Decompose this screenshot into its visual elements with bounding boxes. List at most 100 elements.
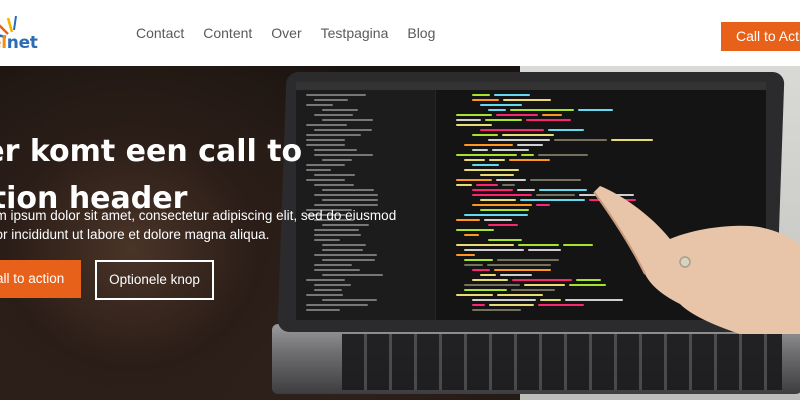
- laptop-keyboard: [342, 334, 782, 390]
- code-line: [464, 264, 483, 266]
- code-line: [542, 114, 562, 116]
- code-line: [472, 204, 532, 206]
- code-line: [492, 149, 529, 151]
- header-cta-button[interactable]: Call to Action: [721, 22, 800, 51]
- code-line: [472, 149, 488, 151]
- code-line: [456, 229, 494, 231]
- code-line: [464, 284, 520, 286]
- code-line: [480, 104, 522, 106]
- code-line: [518, 244, 559, 246]
- code-line: [517, 189, 535, 191]
- code-line: [480, 209, 529, 211]
- code-line: [521, 154, 534, 156]
- hero-secondary-button[interactable]: Optionele knop: [95, 260, 214, 300]
- code-line: [472, 134, 498, 136]
- file-tree-line: [322, 299, 377, 301]
- code-line: [538, 154, 588, 156]
- code-line: [472, 279, 508, 281]
- file-tree-line: [314, 264, 352, 266]
- code-line: [496, 179, 526, 181]
- code-line: [526, 119, 571, 121]
- editor-topbar: [296, 82, 766, 90]
- code-line: [530, 179, 581, 181]
- code-line: [472, 164, 499, 166]
- code-line: [540, 299, 561, 301]
- code-line: [472, 189, 513, 191]
- code-line: [456, 244, 514, 246]
- code-line: [456, 184, 472, 186]
- code-line: [456, 154, 517, 156]
- code-line: [480, 274, 496, 276]
- file-tree-line: [322, 274, 383, 276]
- file-tree-line: [314, 254, 377, 256]
- code-line: [511, 289, 555, 291]
- code-line: [494, 94, 530, 96]
- file-tree-line: [306, 104, 333, 106]
- file-tree-line: [306, 94, 366, 96]
- code-line: [536, 194, 575, 196]
- code-line: [456, 124, 492, 126]
- file-tree-line: [322, 249, 363, 251]
- code-line: [456, 219, 480, 221]
- logo-wordmark[interactable]: elnet: [0, 33, 38, 53]
- code-line: [472, 194, 532, 196]
- hero-subtitle: em ipsum dolor sit amet, consectetur adi…: [0, 208, 397, 242]
- code-line: [500, 274, 532, 276]
- code-line: [472, 99, 499, 101]
- code-line: [524, 284, 565, 286]
- code-line: [578, 109, 613, 111]
- code-line: [476, 184, 498, 186]
- file-tree-line: [306, 279, 345, 281]
- code-line: [456, 254, 475, 256]
- code-line: [472, 309, 521, 311]
- file-tree-line: [314, 114, 353, 116]
- code-line: [456, 179, 492, 181]
- hero-primary-button[interactable]: all to action: [0, 260, 81, 298]
- file-tree-line: [314, 269, 360, 271]
- code-line: [480, 174, 514, 176]
- file-tree-line: [314, 284, 351, 286]
- code-line: [611, 139, 653, 141]
- code-line: [497, 259, 559, 261]
- file-tree-line: [306, 294, 343, 296]
- code-line: [548, 129, 584, 131]
- code-line: [480, 199, 516, 201]
- code-line: [510, 109, 574, 111]
- file-tree-line: [322, 109, 358, 111]
- code-line: [464, 289, 507, 291]
- code-line: [464, 234, 479, 236]
- code-line: [520, 199, 585, 201]
- nav-item-testpagina[interactable]: Testpagina: [321, 25, 389, 41]
- nav-item-contact[interactable]: Contact: [136, 25, 184, 41]
- hand-image: [593, 186, 800, 334]
- nav-item-blog[interactable]: Blog: [407, 25, 435, 41]
- file-tree-line: [306, 304, 368, 306]
- code-line: [472, 304, 485, 306]
- hero-section: ier komt een call to ction header em ips…: [0, 66, 800, 400]
- code-line: [485, 119, 522, 121]
- code-line: [539, 189, 587, 191]
- code-line: [528, 249, 561, 251]
- site-header: elnet Contact Content Over Testpagina Bl…: [0, 0, 800, 66]
- main-nav: Contact Content Over Testpagina Blog: [136, 0, 454, 66]
- code-line: [456, 119, 481, 121]
- code-line: [512, 279, 572, 281]
- code-line: [503, 99, 551, 101]
- nav-item-over[interactable]: Over: [271, 25, 301, 41]
- code-line: [464, 249, 524, 251]
- file-tree-line: [314, 99, 348, 101]
- nav-item-content[interactable]: Content: [203, 25, 252, 41]
- code-line: [472, 269, 490, 271]
- code-line: [538, 304, 584, 306]
- code-line: [487, 264, 551, 266]
- code-line: [472, 94, 490, 96]
- code-line: [488, 239, 522, 241]
- code-line: [496, 114, 538, 116]
- code-line: [480, 129, 544, 131]
- code-line: [484, 219, 512, 221]
- code-line: [502, 184, 515, 186]
- code-line: [464, 259, 493, 261]
- file-tree-line: [322, 244, 366, 246]
- code-line: [456, 114, 492, 116]
- code-line: [563, 244, 593, 246]
